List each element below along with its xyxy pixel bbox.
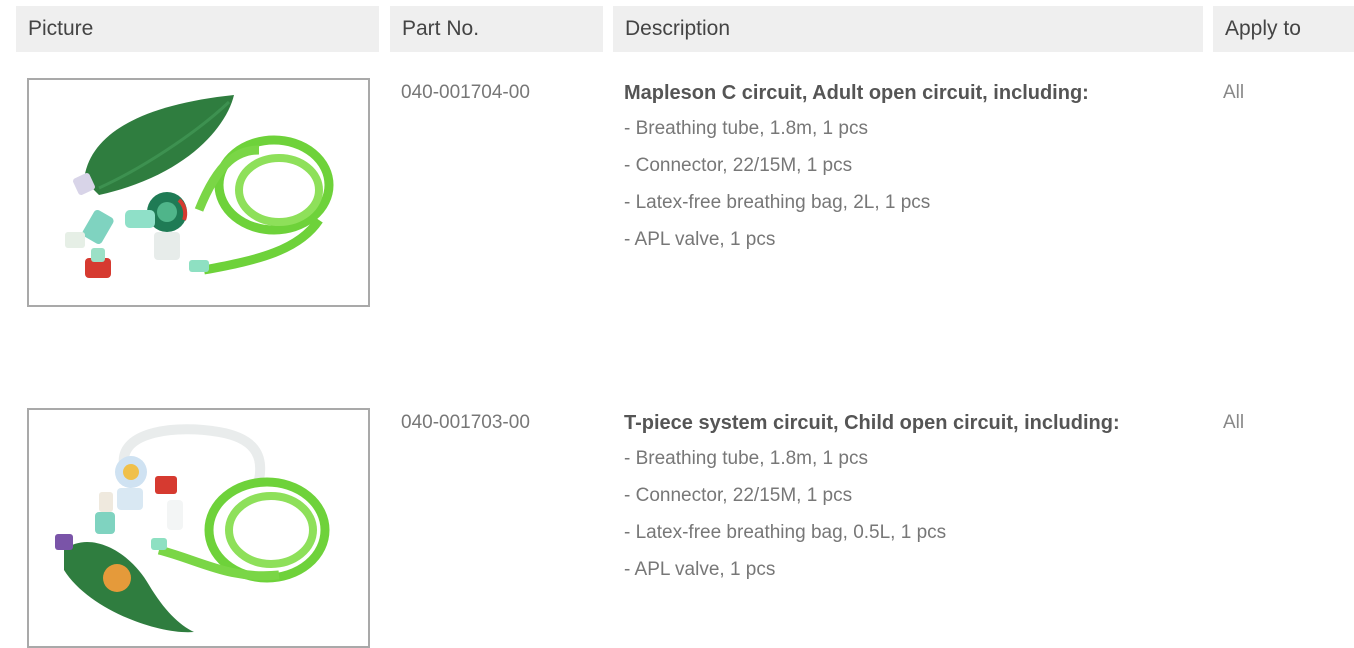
description: T-piece system circuit, Child open circu… bbox=[624, 412, 1204, 596]
list-item: - APL valve, 1 pcs bbox=[624, 229, 776, 250]
list-item: - Connector, 22/15M, 1 pcs bbox=[624, 155, 853, 176]
apply-to-value: All bbox=[1223, 82, 1245, 103]
description-title: Mapleson C circuit, Adult open circuit, … bbox=[624, 82, 1089, 104]
list-item: - Latex-free breathing bag, 2L, 1 pcs bbox=[624, 192, 931, 213]
table-row: 040-001703-00 T-piece system circuit, Ch… bbox=[0, 408, 1354, 648]
part-number: 040-001704-00 bbox=[401, 82, 530, 103]
column-header-part-no: Part No. bbox=[390, 6, 603, 52]
description-title: T-piece system circuit, Child open circu… bbox=[624, 412, 1120, 434]
table-row: 040-001704-00 Mapleson C circuit, Adult … bbox=[0, 78, 1354, 308]
column-header-apply-to: Apply to bbox=[1213, 6, 1354, 52]
list-item: - APL valve, 1 pcs bbox=[624, 559, 776, 580]
description: Mapleson C circuit, Adult open circuit, … bbox=[624, 82, 1204, 266]
list-item: - Latex-free breathing bag, 0.5L, 1 pcs bbox=[624, 522, 947, 543]
list-item: - Breathing tube, 1.8m, 1 pcs bbox=[624, 448, 868, 469]
product-image-t-piece bbox=[27, 408, 370, 648]
apply-to-value: All bbox=[1223, 412, 1245, 433]
part-number: 040-001703-00 bbox=[401, 412, 530, 433]
list-item: - Breathing tube, 1.8m, 1 pcs bbox=[624, 118, 868, 139]
list-item: - Connector, 22/15M, 1 pcs bbox=[624, 485, 853, 506]
column-header-description: Description bbox=[613, 6, 1203, 52]
product-image-mapleson-c bbox=[27, 78, 370, 307]
column-header-picture: Picture bbox=[16, 6, 379, 52]
